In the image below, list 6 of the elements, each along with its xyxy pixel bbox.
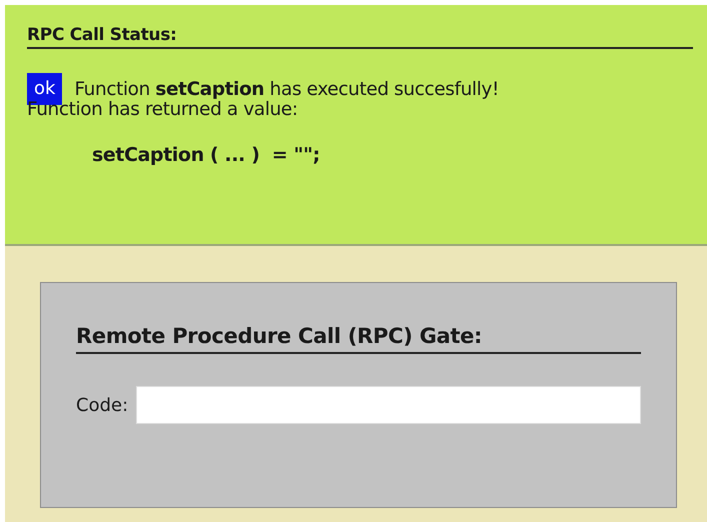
code-label: Code:	[76, 394, 128, 416]
panel-title: RPC Call Status:	[27, 25, 693, 49]
status-message: Function setCaption has executed succesfully!	[74, 78, 499, 100]
gate-title: Remote Procedure Call (RPC) Gate:	[76, 321, 641, 354]
result-expression: setCaption ( ... ) = "";	[92, 144, 321, 166]
code-field[interactable]	[136, 386, 641, 424]
